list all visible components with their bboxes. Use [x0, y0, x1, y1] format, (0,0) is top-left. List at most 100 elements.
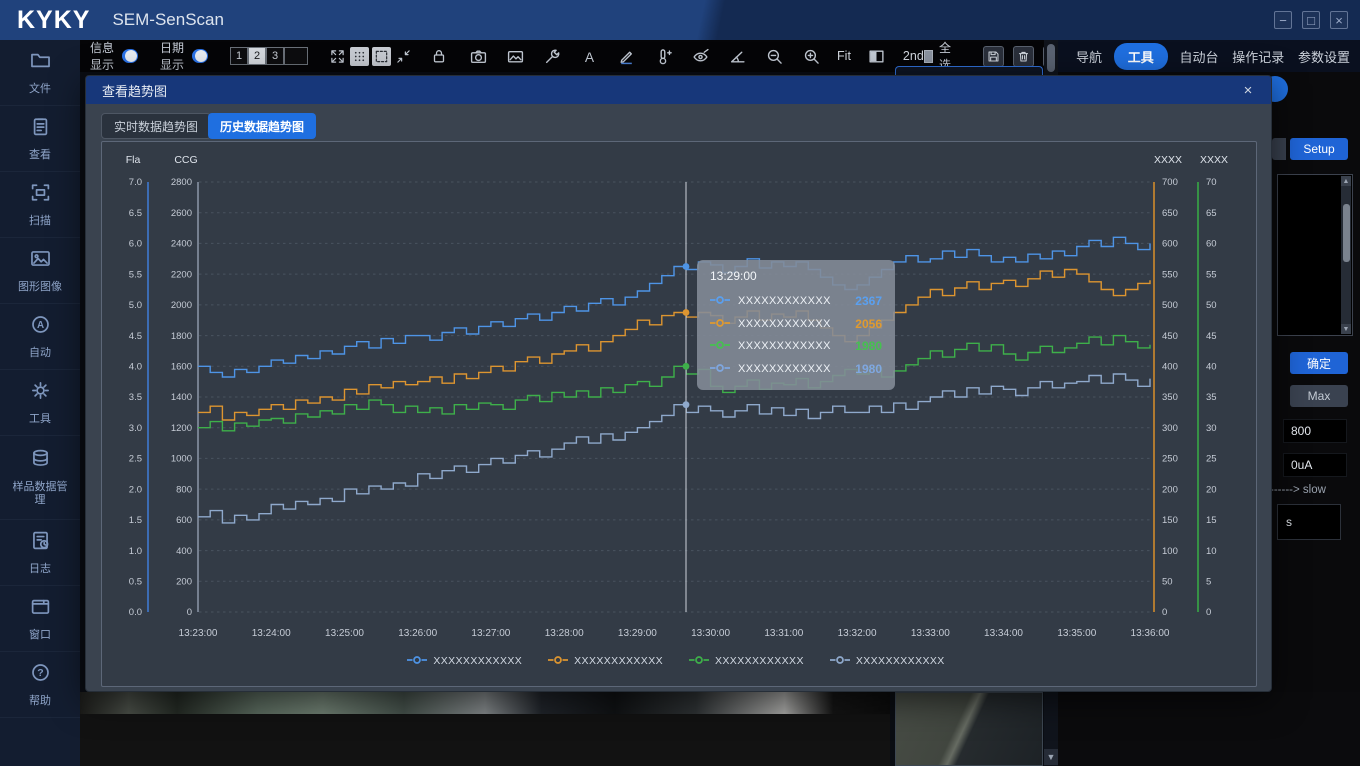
svg-text:13:34:00: 13:34:00	[984, 628, 1023, 639]
tooltip-time: 13:29:00	[710, 269, 757, 283]
measure-angle-icon[interactable]	[726, 45, 748, 67]
active-image-tab[interactable]	[895, 66, 1043, 75]
tab-realtime-trend[interactable]: 实时数据趋势图	[101, 113, 212, 139]
scrollbar-down-icon[interactable]: ▼	[1044, 749, 1058, 765]
fit-button[interactable]: Fit	[837, 49, 851, 63]
sidebar-item-window[interactable]: 窗口	[0, 586, 80, 652]
chart-panel: Fla CCG XXXX XXXX 7.0 2800 700 70 6.5 2600 650 65 6.…	[101, 141, 1257, 687]
lock-icon[interactable]	[431, 45, 447, 67]
sidebar-item-help[interactable]: ? 帮助	[0, 652, 80, 718]
setup-button[interactable]: Setup	[1290, 138, 1348, 160]
svg-text:XXXX: XXXX	[1200, 154, 1228, 166]
confirm-button[interactable]: 确定	[1290, 352, 1348, 374]
date-display-label: 日期显示	[160, 41, 185, 72]
app-root: KYKY SEM-SenScan − □ × 文件 查看 扫描 图形图像 A 自动 工具 样品…	[0, 0, 1360, 766]
snapshot-icon[interactable]	[467, 45, 489, 67]
legend-label: XXXXXXXXXXXX	[433, 655, 523, 667]
page-button-2[interactable]: 2	[248, 47, 267, 65]
view-mode-group	[328, 46, 413, 66]
delete-icon[interactable]	[1012, 45, 1034, 67]
zoom-out-icon[interactable]	[763, 45, 785, 67]
expand-view-icon[interactable]	[328, 47, 347, 66]
svg-text:6.0: 6.0	[129, 239, 142, 250]
listbox-scrollbar[interactable]: ▲ ▼	[1341, 176, 1351, 334]
sidebar-item-auto[interactable]: A 自动	[0, 304, 80, 370]
chart-legend: XXXXXXXXXXXX XXXXXXXXXXXX XXXXXXXXXXXX XXXX…	[198, 652, 1154, 670]
svg-text:2600: 2600	[171, 208, 192, 219]
sidebar-item-label: 扫描	[29, 214, 51, 227]
partial-button[interactable]	[1272, 138, 1286, 160]
tab-tools[interactable]: 工具	[1113, 42, 1168, 70]
svg-text:5.5: 5.5	[129, 269, 142, 280]
page-button-blank[interactable]	[284, 47, 309, 65]
svg-text:0: 0	[187, 607, 192, 618]
svg-text:250: 250	[1162, 454, 1178, 465]
scroll-up-icon[interactable]: ▲	[1341, 176, 1351, 186]
svg-text:2.0: 2.0	[129, 484, 142, 495]
sidebar-item-tools[interactable]: 工具	[0, 370, 80, 436]
value-field-800[interactable]: 800	[1283, 419, 1347, 443]
tools-icon[interactable]	[541, 45, 563, 67]
tab-auto-stage[interactable]: 自动台	[1177, 44, 1220, 69]
page-button-1[interactable]: 1	[230, 47, 249, 65]
brand-logo: KYKY	[17, 5, 91, 34]
svg-text:350: 350	[1162, 392, 1178, 403]
partial-text-field[interactable]: s	[1277, 504, 1341, 540]
sidebar-item-sample-data[interactable]: 样品数据管理	[0, 436, 80, 520]
max-button[interactable]: Max	[1290, 385, 1348, 407]
value-field-0ua[interactable]: 0uA	[1283, 453, 1347, 477]
select-all-checkbox[interactable]	[923, 49, 934, 63]
trend-chart: Fla CCG XXXX XXXX 7.0 2800 700 70 6.5 2600 650 65 6.…	[102, 142, 1258, 688]
series-marker-icon	[710, 337, 730, 355]
page-button-3[interactable]: 3	[266, 47, 285, 65]
sem-image-thumbnail[interactable]	[895, 692, 1043, 766]
tooltip-series-value: 2056	[855, 316, 882, 331]
svg-text:A: A	[36, 319, 43, 330]
legend-item[interactable]: XXXXXXXXXXXX	[689, 652, 804, 670]
sidebar-item-view[interactable]: 查看	[0, 106, 80, 172]
legend-label: XXXXXXXXXXXX	[574, 655, 663, 667]
inspect-measure-icon[interactable]	[689, 45, 711, 67]
text-annotation-icon[interactable]: A	[578, 45, 600, 67]
minimize-button[interactable]: −	[1274, 11, 1292, 29]
save-icon[interactable]	[982, 45, 1004, 67]
sidebar-item-graphics-image[interactable]: 图形图像	[0, 238, 80, 304]
tab-operation-record[interactable]: 操作记录	[1230, 44, 1286, 69]
svg-text:2000: 2000	[171, 300, 192, 311]
grid-dots-view-icon[interactable]	[350, 46, 370, 66]
detector-listbox[interactable]: ▲ ▼	[1277, 174, 1353, 336]
dashed-frame-view-icon[interactable]	[372, 46, 392, 66]
maximize-button[interactable]: □	[1302, 11, 1320, 29]
listbox-scrollbar-thumb[interactable]	[1342, 204, 1350, 262]
sidebar-item-log[interactable]: 日志	[0, 520, 80, 586]
tooltip-series-label: XXXXXXXXXXXX	[738, 317, 831, 330]
window-icon	[30, 596, 51, 622]
split-view-icon[interactable]	[866, 45, 888, 67]
image-capture-icon[interactable]	[504, 45, 526, 67]
info-display-toggle[interactable]	[121, 49, 139, 63]
legend-item[interactable]: XXXXXXXXXXXX	[829, 652, 945, 670]
main-scrollbar-thumb[interactable]	[1047, 44, 1055, 72]
svg-text:15: 15	[1206, 515, 1217, 526]
tab-parameter-settings[interactable]: 参数设置	[1296, 44, 1352, 69]
sidebar-item-scan[interactable]: 扫描	[0, 172, 80, 238]
tab-history-trend[interactable]: 历史数据趋势图	[208, 113, 317, 139]
legend-item[interactable]: XXXXXXXXXXXX	[407, 652, 522, 670]
close-button[interactable]: ×	[1330, 11, 1348, 29]
sidebar-item-files[interactable]: 文件	[0, 40, 80, 106]
second-detector-button[interactable]: 2nd	[903, 49, 924, 63]
measure-add-icon[interactable]	[652, 45, 674, 67]
date-display-toggle[interactable]	[191, 49, 209, 63]
dialog-close-icon[interactable]: ×	[1239, 81, 1257, 99]
zoom-in-icon[interactable]	[800, 45, 822, 67]
svg-text:0.5: 0.5	[129, 577, 142, 588]
scroll-down-icon[interactable]: ▼	[1341, 324, 1351, 334]
corner-frame-view-icon[interactable]	[394, 47, 413, 66]
measure-line-icon[interactable]	[615, 45, 637, 67]
svg-text:13:25:00: 13:25:00	[325, 628, 364, 639]
svg-text:13:30:00: 13:30:00	[691, 628, 730, 639]
scan-icon	[30, 182, 51, 208]
svg-text:650: 650	[1162, 208, 1178, 219]
tab-navigation[interactable]: 导航	[1074, 44, 1104, 69]
legend-item[interactable]: XXXXXXXXXXXX	[548, 652, 663, 670]
